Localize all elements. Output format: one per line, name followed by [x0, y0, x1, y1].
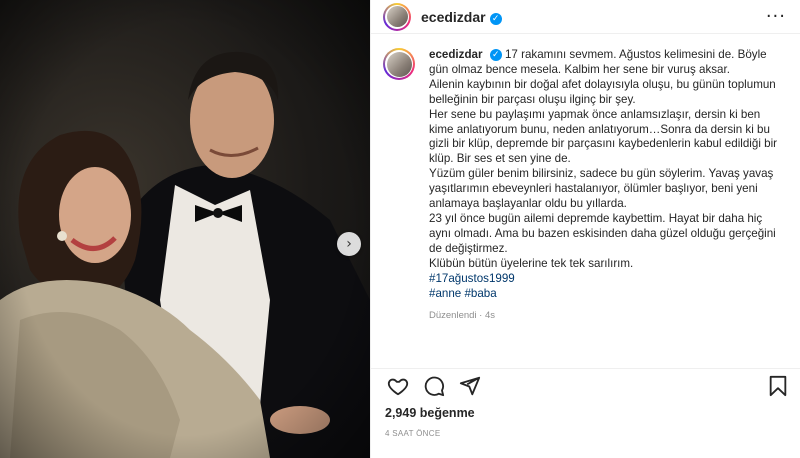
comment-icon: [424, 376, 445, 396]
couple-photo-illustration: [0, 0, 370, 458]
carousel-next-button[interactable]: ›: [337, 232, 361, 256]
caption-paragraph: ecedizdar ✓ 17 rakamını sevmem. Ağustos …: [429, 48, 767, 76]
heart-icon: [387, 378, 409, 395]
caption: ecedizdar ✓ 17 rakamını sevmem. Ağustos …: [371, 48, 800, 324]
caption-paragraph: Yüzüm güler benim bilirsiniz, sadece bu …: [429, 167, 774, 211]
instagram-post: › ecedizdar ✓ ··· ecedizdar ✓ 17 rakamın…: [0, 0, 800, 458]
hashtag-link[interactable]: #anne #baba: [429, 287, 497, 300]
comment-button[interactable]: [423, 375, 445, 397]
verified-badge-icon: ✓: [489, 12, 502, 25]
post-side-panel: ecedizdar ✓ ··· ecedizdar ✓ 17 rakamını s…: [370, 0, 800, 458]
action-bar: [371, 368, 800, 398]
post-photo[interactable]: ›: [0, 0, 370, 458]
author-username[interactable]: ecedizdar ✓: [421, 9, 502, 25]
post-header: ecedizdar ✓ ···: [371, 0, 800, 34]
caption-paragraph: Klübün bütün üyelerine tek tek sarılırım…: [429, 256, 634, 270]
bookmark-icon: [769, 375, 787, 397]
share-icon: [459, 376, 481, 395]
chevron-right-icon: ›: [346, 236, 352, 252]
author-avatar[interactable]: [383, 2, 411, 31]
likes-count[interactable]: 2,949 beğenme: [385, 406, 475, 420]
hashtag-line: #anne #baba: [429, 287, 787, 302]
verified-badge-icon: ✓: [489, 49, 502, 61]
caption-username[interactable]: ecedizdar: [429, 48, 483, 61]
save-button[interactable]: [767, 375, 789, 397]
like-button[interactable]: [387, 375, 409, 397]
share-button[interactable]: [459, 375, 481, 397]
hashtag-line: #17ağustos1999: [429, 272, 787, 287]
ellipsis-icon: ···: [765, 6, 786, 27]
post-timestamp[interactable]: 4 SAAT ÖNCE: [385, 429, 440, 438]
caption-text: ecedizdar ✓ 17 rakamını sevmem. Ağustos …: [429, 48, 787, 324]
caption-paragraph: 23 yıl önce bugün ailemi depremde kaybet…: [429, 211, 776, 255]
more-options-button[interactable]: ···: [766, 6, 786, 27]
hashtag-link[interactable]: #17ağustos1999: [429, 272, 515, 285]
caption-paragraph: Ailenin kaybının bir doğal afet dolayısı…: [429, 77, 776, 106]
caption-paragraph: Her sene bu paylaşımı yapmak önce anlams…: [429, 107, 777, 166]
caption-meta: Düzenlendi · 4s: [429, 310, 496, 322]
caption-avatar[interactable]: [383, 48, 415, 80]
